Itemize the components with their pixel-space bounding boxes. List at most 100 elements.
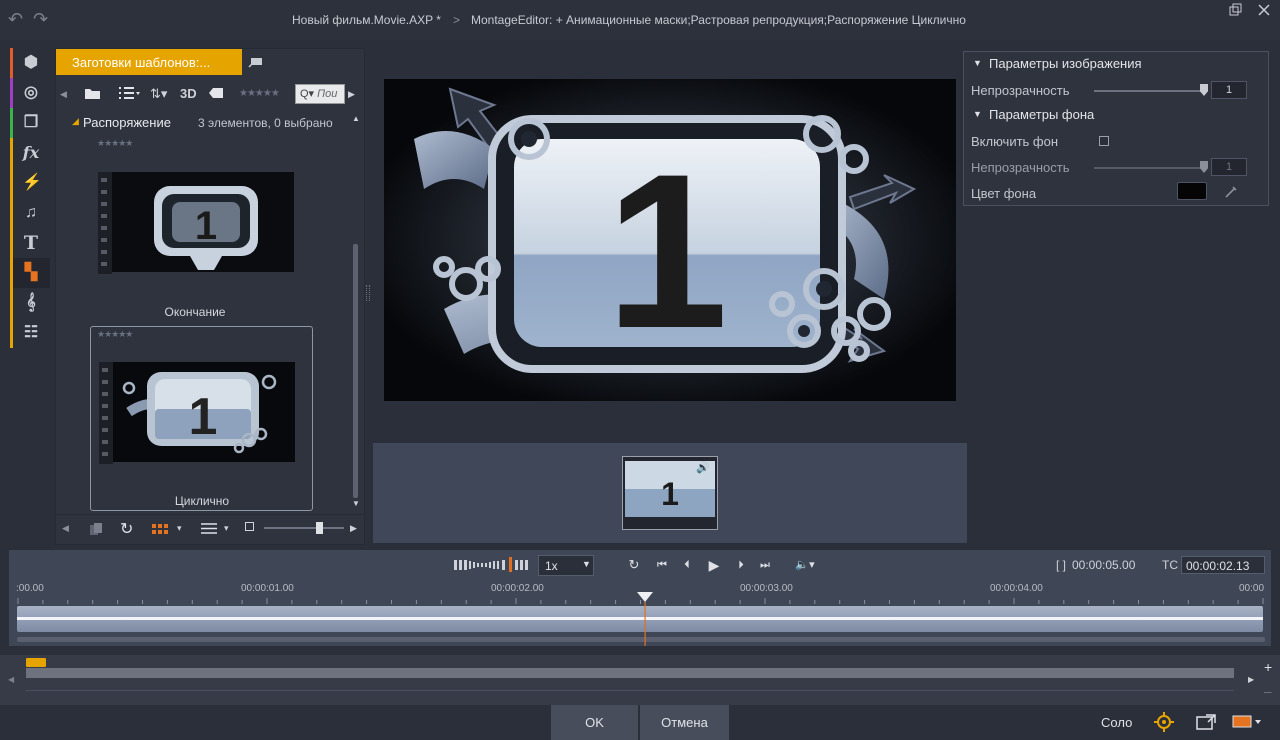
thumb-size-slider-handle[interactable] — [316, 522, 323, 534]
scroll-thumb[interactable] — [353, 244, 358, 498]
menu-dropdown-icon[interactable]: ▾ — [224, 523, 229, 534]
scroll-down-icon[interactable]: ▼ — [352, 499, 360, 508]
folder-header: ◢ Распоряжение 3 элементов, 0 выбрано — [56, 112, 346, 134]
list-item-selected[interactable]: ★★★★★ 1 Циклично — [90, 326, 313, 511]
grid-view-dropdown-icon[interactable]: ▾ — [177, 523, 182, 534]
rating-stars[interactable]: ★★★★★ — [97, 138, 133, 149]
opacity-slider-handle[interactable] — [1200, 84, 1208, 96]
duplicate-icon[interactable] — [89, 522, 103, 536]
bg-color-label: Цвет фона — [971, 186, 1037, 201]
opacity-input[interactable]: 1 — [1211, 81, 1247, 99]
track-scroll-right-icon[interactable]: ▶ — [1248, 675, 1254, 684]
target-icon[interactable] — [1154, 712, 1174, 732]
zoom-out-icon[interactable]: – — [1264, 683, 1272, 699]
rail-item-fx[interactable]: fx — [10, 138, 50, 168]
volume-icon[interactable]: 🔈▾ — [792, 556, 818, 574]
panel-splitter[interactable] — [366, 285, 370, 301]
cube-icon: ⬢ — [24, 54, 38, 71]
ruler-label: 00:00:03.00 — [740, 583, 793, 594]
track-scroll-left-icon[interactable]: ◀ — [8, 675, 14, 684]
restore-window-icon[interactable] — [1229, 3, 1243, 17]
collapse-image-params-icon[interactable]: ▼ — [973, 58, 982, 68]
3d-filter-button[interactable]: 3D — [180, 85, 197, 103]
grid-view-icon[interactable] — [152, 524, 170, 535]
undo-icon[interactable]: ↶ — [8, 10, 30, 28]
tab-templates[interactable]: Заготовки шаблонов:... — [56, 49, 242, 75]
display-mode-icon[interactable] — [1232, 715, 1262, 729]
rail-item-library[interactable]: ⬢ — [10, 48, 50, 78]
timecode-label: TC — [1162, 558, 1178, 572]
timecode-input[interactable]: 00:00:02.13 — [1181, 556, 1265, 574]
collapse-bg-params-icon[interactable]: ▼ — [973, 109, 982, 119]
speed-select[interactable]: 1x ▼ — [538, 555, 594, 576]
rating-filter-icon[interactable]: ★★★★★ — [239, 85, 280, 103]
pin-tab-icon[interactable] — [248, 55, 264, 69]
rail-item-montage[interactable]: ▚ — [10, 258, 50, 288]
item-label: Окончание — [164, 305, 226, 319]
loop-icon[interactable]: ↻ — [625, 556, 643, 574]
step-back-icon[interactable]: ⏴ — [680, 556, 694, 574]
go-to-start-icon[interactable]: ⏮ — [655, 556, 669, 574]
eyedropper-icon[interactable] — [1224, 185, 1238, 199]
external-preview-icon[interactable] — [1196, 714, 1216, 730]
thumb-size-small-icon[interactable] — [245, 522, 254, 531]
menu-icon[interactable] — [201, 523, 217, 534]
speed-dropdown-icon: ▼ — [582, 559, 591, 569]
rail-item-stack[interactable]: ❐ — [10, 108, 50, 138]
rail-item-sound-fx[interactable]: 𝄞 — [10, 288, 50, 318]
ruler-label: 00:00:01.00 — [241, 583, 294, 594]
go-to-end-icon[interactable]: ⏭ — [758, 556, 772, 574]
step-forward-icon[interactable]: ⏵ — [734, 556, 748, 574]
folder-icon[interactable] — [84, 86, 102, 100]
thumb-size-slider[interactable] — [264, 527, 344, 529]
rail-item-transitions[interactable]: ⚡ — [10, 168, 50, 198]
keyframe-lane[interactable] — [26, 668, 1234, 678]
list-item[interactable]: 1 Окончание — [90, 160, 314, 320]
list-view-icon[interactable] — [118, 86, 140, 100]
rail-item-titles[interactable]: T — [10, 228, 50, 258]
rating-stars[interactable]: ★★★★★ — [97, 329, 133, 340]
filmstrip-clip[interactable]: 1 🔊 — [622, 456, 718, 530]
jog-shuttle[interactable] — [453, 555, 531, 573]
search-input[interactable]: Q▾ Пои — [295, 84, 345, 104]
play-button[interactable]: ▶ — [706, 556, 722, 574]
bg-color-swatch[interactable] — [1177, 182, 1207, 200]
ok-button[interactable]: OK — [551, 705, 638, 740]
speed-value: 1x — [545, 559, 558, 573]
zoom-in-icon[interactable]: + — [1264, 659, 1272, 675]
bg-opacity-input[interactable]: 1 — [1211, 158, 1247, 176]
svg-text:1: 1 — [189, 388, 218, 446]
rail-item-music[interactable]: ♫ — [10, 198, 50, 228]
close-window-icon[interactable] — [1257, 3, 1271, 17]
tag-icon[interactable] — [208, 87, 224, 99]
prev-page-icon[interactable]: ◀ — [62, 523, 69, 534]
sort-icon[interactable]: ⇅▾ — [150, 85, 167, 103]
rail-item-effects-wheel[interactable]: ◎ — [10, 78, 50, 108]
title-bar: ↶ ↷ Новый фильм.Movie.AXP * > MontageEdi… — [0, 0, 1280, 40]
library-scrollbar[interactable]: ▲ ▼ — [350, 112, 362, 512]
svg-text:1: 1 — [195, 204, 217, 248]
bg-opacity-slider[interactable] — [1094, 167, 1206, 169]
music-note-icon: ♫ — [25, 204, 37, 221]
section-bg-params[interactable]: Параметры фона — [989, 107, 1094, 122]
redo-icon[interactable]: ↷ — [33, 10, 55, 28]
montage-icon: ▚ — [24, 264, 38, 281]
nav-back-icon[interactable]: ◀ — [60, 85, 67, 103]
next-page-icon[interactable]: ▶ — [350, 523, 357, 534]
section-image-params[interactable]: Параметры изображения — [989, 56, 1142, 71]
search-placeholder: Пои — [317, 88, 338, 100]
refresh-icon[interactable]: ↻ — [120, 519, 133, 539]
cancel-button[interactable]: Отмена — [640, 705, 729, 740]
keyframe-marker[interactable] — [26, 658, 46, 667]
bg-opacity-slider-handle[interactable] — [1200, 161, 1208, 173]
opacity-slider[interactable] — [1094, 90, 1206, 92]
enable-bg-checkbox[interactable] — [1099, 136, 1109, 146]
scroll-up-icon[interactable]: ▲ — [352, 114, 360, 123]
toolbar-scroll-right-icon[interactable]: ▶ — [348, 85, 355, 103]
fx-icon: fx — [22, 143, 40, 162]
playhead[interactable] — [637, 592, 653, 646]
folder-expand-icon[interactable]: ◢ — [72, 116, 79, 127]
breadcrumb-separator: > — [453, 13, 461, 27]
solo-button[interactable]: Соло — [1101, 715, 1132, 730]
rail-item-scorefitter[interactable]: ☷ — [10, 318, 50, 348]
